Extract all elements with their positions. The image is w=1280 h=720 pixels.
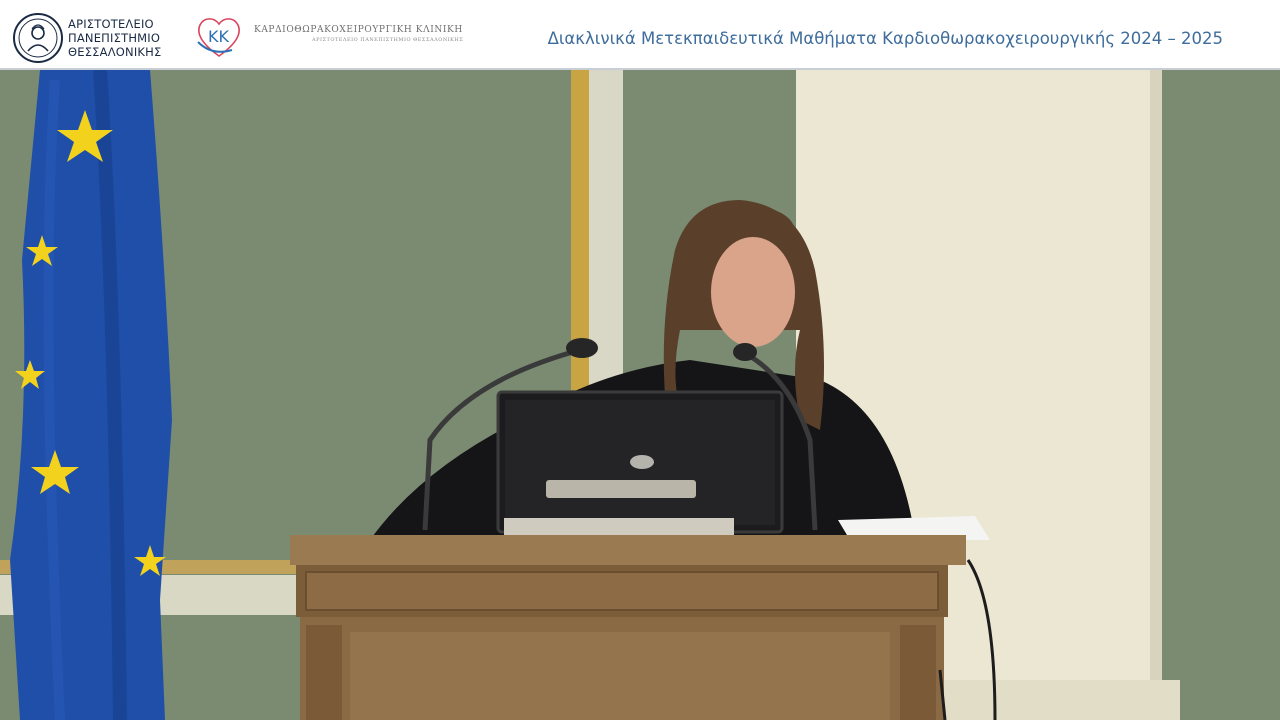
- university-seal-icon: [13, 13, 63, 63]
- column-shadow: [1150, 70, 1162, 720]
- course-title: Διακλινικά Μετεκπαιδευτικά Μαθήματα Καρδ…: [547, 29, 1223, 48]
- university-line-1: ΑΡΙΣΤΟΤΕΛΕΙΟ: [68, 17, 154, 31]
- lectern-monitor: [496, 390, 784, 536]
- header-banner: ΑΡΙΣΤΟΤΕΛΕΙΟ ΠΑΝΕΠΙΣΤΗΜΙΟ ΘΕΣΣΑΛΟΝΙΚΗΣ Κ…: [0, 0, 1280, 70]
- scene-illustration: [0, 70, 1280, 720]
- university-line-3: ΘΕΣΣΑΛΟΝΙΚΗΣ: [68, 45, 162, 59]
- wooden-podium: [290, 535, 966, 720]
- monitor-stand: [546, 480, 696, 498]
- kk-logo-letters: ΚΚ: [208, 27, 229, 46]
- clinic-name: ΚΑΡΔΙΟΘΩΡΑΚΟΧΕΙΡΟΥΡΓΙΚΗ ΚΛΙΝΙΚΗ: [254, 25, 463, 35]
- column-base: [940, 680, 1180, 720]
- university-line-2: ΠΑΝΕΠΙΣΤΗΜΙΟ: [68, 31, 161, 45]
- kk-heart-logo-icon: ΚΚ: [197, 18, 240, 57]
- microphone-head: [733, 343, 757, 361]
- microphone-head: [566, 338, 598, 358]
- eu-flag: [10, 70, 172, 720]
- clinic-subtitle: ΑΡΙΣΤΟΤΕΛΕΙΟ ΠΑΝΕΠΙΣΤΗΜΙΟ ΘΕΣΣΑΛΟΝΙΚΗΣ: [312, 37, 464, 43]
- lecture-scene: [0, 70, 1280, 720]
- clinic-block: ΚΑΡΔΙΟΘΩΡΑΚΟΧΕΙΡΟΥΡΓΙΚΗ ΚΛΙΝΙΚΗ ΑΡΙΣΤΟΤΕ…: [254, 25, 463, 43]
- speaker-face: [711, 237, 795, 347]
- university-name: ΑΡΙΣΤΟΤΕΛΕΙΟ ΠΑΝΕΠΙΣΤΗΜΙΟ ΘΕΣΣΑΛΟΝΙΚΗΣ: [68, 17, 162, 59]
